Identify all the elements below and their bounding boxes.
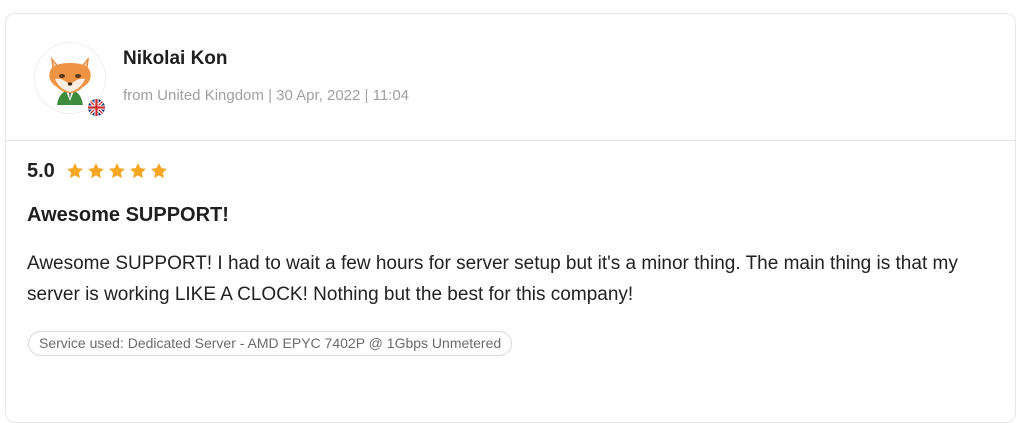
service-used-badge: Service used: Dedicated Server - AMD EPY… (28, 331, 513, 356)
star-icon (65, 161, 85, 181)
review-header: Nikolai Kon from United Kingdom | 30 Apr… (6, 14, 1015, 141)
review-meta: from United Kingdom | 30 Apr, 2022 | 11:… (123, 87, 410, 104)
uk-flag-icon (86, 97, 107, 118)
star-icon (107, 161, 127, 181)
star-rating (65, 161, 169, 181)
rating-score: 5.0 (27, 159, 55, 182)
star-icon (86, 161, 106, 181)
review-title: Awesome SUPPORT! (27, 204, 229, 226)
review-body: Awesome SUPPORT! I had to wait a few hou… (27, 253, 958, 305)
star-icon (149, 161, 169, 181)
star-icon (128, 161, 148, 181)
reviewer-name: Nikolai Kon (123, 48, 228, 69)
avatar (34, 42, 107, 118)
rating-row: 5.0 (27, 158, 169, 184)
